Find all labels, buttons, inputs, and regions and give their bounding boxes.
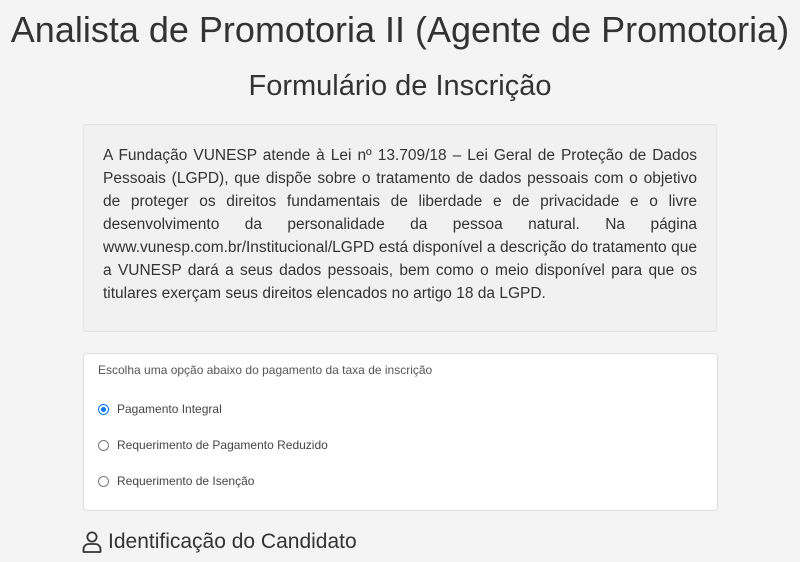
payment-legend: Escolha uma opção abaixo do pagamento da… — [98, 363, 433, 377]
option-isencao[interactable]: Requerimento de Isenção — [98, 463, 703, 499]
option-pagamento-reduzido[interactable]: Requerimento de Pagamento Reduzido — [98, 427, 703, 463]
user-icon — [82, 531, 102, 553]
lgpd-text: A Fundação VUNESP atende à Lei nº 13.709… — [103, 147, 697, 302]
form-title: Formulário de Inscrição — [248, 70, 552, 102]
payment-options-panel: Escolha uma opção abaixo do pagamento da… — [83, 353, 718, 511]
option-label[interactable]: Requerimento de Isenção — [117, 474, 254, 488]
radio-pagamento-reduzido[interactable] — [98, 439, 109, 451]
page-title: Analista de Promotoria II (Agente de Pro… — [10, 9, 790, 50]
candidate-section-title: Identificação do Candidato — [108, 530, 357, 553]
radio-isencao[interactable] — [98, 475, 109, 487]
page: Analista de Promotoria II (Agente de Pro… — [0, 0, 800, 562]
option-label[interactable]: Pagamento Integral — [117, 402, 222, 416]
candidate-section-heading: Identificação do Candidato — [82, 528, 357, 556]
lgpd-notice: A Fundação VUNESP atende à Lei nº 13.709… — [83, 124, 717, 332]
radio-pagamento-integral[interactable] — [98, 403, 109, 415]
option-pagamento-integral[interactable]: Pagamento Integral — [98, 391, 703, 427]
option-label[interactable]: Requerimento de Pagamento Reduzido — [117, 438, 328, 452]
